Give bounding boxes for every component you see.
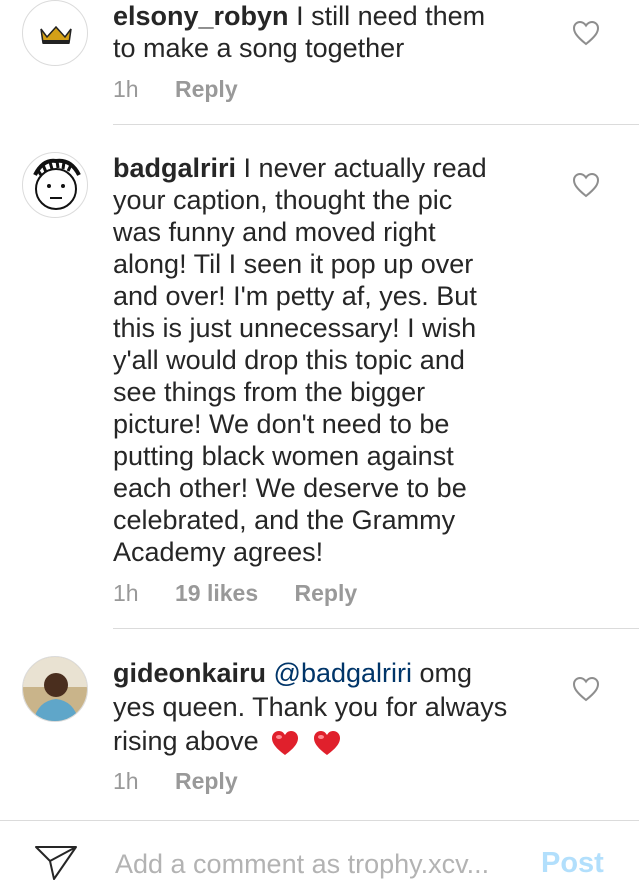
comment-time: 1h (113, 768, 139, 794)
comment-text: along! Til I seen it pop up over (113, 249, 474, 279)
reply-button[interactable]: Reply (175, 768, 238, 795)
comment-text: celebrated, and the Grammy (113, 505, 456, 535)
like-heart-icon[interactable] (572, 20, 600, 46)
comment-time: 1h (113, 580, 139, 606)
avatar[interactable] (22, 656, 88, 722)
divider (113, 628, 639, 629)
comment-text: and over! I'm petty af, yes. But (113, 281, 477, 311)
like-heart-icon[interactable] (572, 676, 600, 702)
comment-text: your caption, thought the pic (113, 185, 453, 215)
comment-time: 1h (113, 76, 139, 102)
comment-text: rising above (113, 726, 259, 756)
comment-username[interactable]: gideonkairu (113, 658, 266, 688)
comment-text: picture! We don't need to be (113, 409, 450, 439)
comment-username[interactable]: badgalriri (113, 153, 236, 183)
red-heart-emoji-icon (272, 730, 299, 755)
comment-body: elsony_robyn I still need them to make a… (113, 0, 533, 64)
mention-link[interactable]: @badgalriri (274, 658, 412, 688)
comment-body: badgalriri I never actually read your ca… (113, 152, 533, 568)
post-button[interactable]: Post (541, 847, 604, 880)
send-direct-icon[interactable] (34, 843, 78, 881)
avatar[interactable] (22, 0, 88, 66)
comment-input[interactable]: Add a comment as trophy.xcv... (115, 849, 489, 880)
comment-meta: 1h Reply (113, 76, 268, 103)
divider (113, 124, 639, 125)
comment-text: I still need them (296, 1, 486, 31)
like-heart-icon[interactable] (572, 172, 600, 198)
comment-text: this is just unnecessary! I wish (113, 313, 477, 343)
comment-text: omg (419, 658, 473, 688)
comment-text: putting black women against (113, 441, 454, 471)
comment-body: gideonkairu @badgalriri omg yes queen. T… (113, 656, 533, 758)
comment-text: see things from the bigger (113, 377, 426, 407)
comment-text: I never actually read (243, 153, 487, 183)
comment-text: was funny and moved right (113, 217, 436, 247)
likes-count[interactable]: 19 likes (175, 580, 258, 607)
comment-meta: 1h 19 likes Reply (113, 580, 387, 607)
comment-meta: 1h Reply (113, 768, 268, 795)
comment-composer: Add a comment as trophy.xcv... Post (0, 820, 639, 885)
red-heart-emoji-icon (313, 730, 340, 755)
profile-photo-icon (23, 657, 87, 721)
comment-text: yes queen. Thank you for always (113, 692, 508, 722)
avatar[interactable] (22, 152, 88, 218)
crown-icon (40, 25, 72, 44)
comment-text: each other! We deserve to be (113, 473, 467, 503)
reply-button[interactable]: Reply (175, 76, 238, 103)
comment-text: Academy agrees! (113, 537, 324, 567)
cartoon-face-icon (33, 158, 81, 210)
reply-button[interactable]: Reply (295, 580, 358, 607)
comment-username[interactable]: elsony_robyn (113, 1, 289, 31)
comment-text: y'all would drop this topic and (113, 345, 465, 375)
comment-text: to make a song together (113, 33, 405, 63)
